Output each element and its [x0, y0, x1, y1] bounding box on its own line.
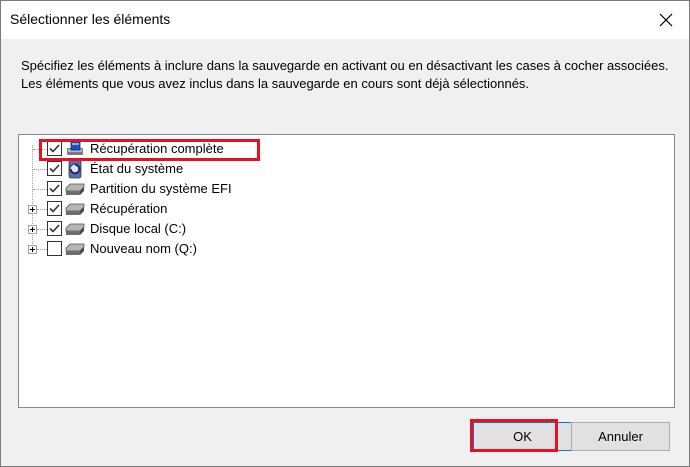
tree-item-label: Récupération: [90, 201, 168, 216]
highlight-box: [470, 419, 558, 452]
tree-item-label: Disque local (C:): [90, 221, 187, 236]
tree-item-label: Partition du système EFI: [90, 181, 232, 196]
select-items-dialog: Sélectionner les éléments Spécifiez les …: [0, 0, 690, 467]
checkbox-local-disk-c[interactable]: [47, 221, 62, 236]
checkmark-icon: [49, 184, 60, 193]
tree-item-system-state[interactable]: État du système: [19, 159, 639, 179]
tree-connector: [33, 189, 47, 190]
tree-connector: [37, 209, 47, 210]
checkmark-icon: [49, 224, 60, 233]
tree-connector: [33, 169, 47, 170]
highlight-box: [39, 139, 260, 161]
instructions-text: Spécifiez les éléments à inclure dans la…: [21, 58, 669, 91]
drive-icon: [65, 243, 85, 255]
tree-connector: [37, 249, 47, 250]
items-tree[interactable]: Récupération complète État du système Pa…: [18, 134, 675, 408]
dialog-title: Sélectionner les éléments: [10, 11, 171, 27]
expand-icon[interactable]: [28, 205, 37, 214]
checkmark-icon: [49, 164, 60, 173]
checkmark-icon: [49, 204, 60, 213]
cancel-button[interactable]: Annuler: [571, 422, 670, 451]
cancel-button-label: Annuler: [598, 429, 643, 444]
tree-item-local-disk-c[interactable]: Disque local (C:): [19, 219, 639, 239]
tree-item-label: État du système: [90, 161, 184, 176]
expand-icon[interactable]: [28, 245, 37, 254]
system-state-icon: [68, 159, 82, 179]
drive-icon: [65, 183, 85, 195]
checkbox-efi-partition[interactable]: [47, 181, 62, 196]
checkbox-recovery[interactable]: [47, 201, 62, 216]
tree-item-new-name-q[interactable]: Nouveau nom (Q:): [19, 239, 639, 259]
tree-item-efi-partition[interactable]: Partition du système EFI: [19, 179, 639, 199]
close-icon: [659, 13, 673, 27]
expand-icon[interactable]: [28, 225, 37, 234]
close-button[interactable]: [643, 1, 689, 39]
checkbox-system-state[interactable]: [47, 161, 62, 176]
drive-icon: [65, 203, 85, 215]
title-bar: Sélectionner les éléments: [1, 1, 689, 39]
tree-item-label: Nouveau nom (Q:): [90, 241, 197, 256]
checkbox-new-name-q[interactable]: [47, 241, 62, 256]
drive-icon: [65, 223, 85, 235]
tree-connector: [37, 229, 47, 230]
tree-item-recovery[interactable]: Récupération: [19, 199, 639, 219]
